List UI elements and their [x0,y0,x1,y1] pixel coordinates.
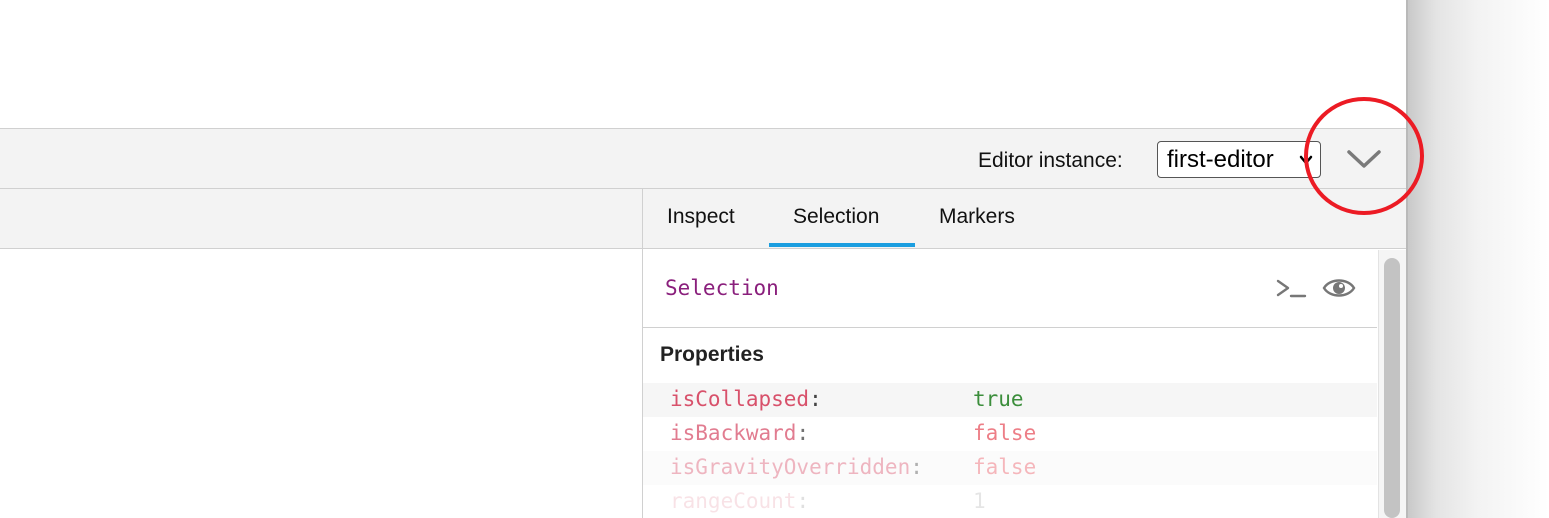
window-shadow [1408,0,1549,518]
property-value: false [973,455,1037,479]
inspector-window: Editor instance: first-editor Inspect Se… [0,0,1408,518]
editor-instance-label: Editor instance: [978,149,1123,172]
property-row: isGravityOverridden: false [643,451,1377,485]
property-value: false [973,421,1037,445]
editor-instance-value: first-editor [1167,146,1274,173]
property-key: isBackward: [670,421,810,445]
tab-selection[interactable]: Selection [793,205,879,229]
window-edge [1406,0,1408,518]
property-row: isCollapsed: true [643,383,1377,417]
active-tab-indicator [769,243,915,247]
property-key: isCollapsed: [670,387,822,411]
chevron-down-icon [1347,150,1381,168]
property-key: rangeCount: [670,489,810,513]
property-value: true [973,387,1024,411]
properties-list: isCollapsed: true isBackward: false isGr… [643,383,1377,518]
tab-markers[interactable]: Markers [939,205,1015,229]
property-key: isGravityOverridden: [670,455,923,479]
properties-heading: Properties [660,343,764,366]
property-row: rangeCount: 1 [643,485,1377,518]
inspector-tabs-row: Inspect Selection Markers [0,189,1408,249]
selection-panel-header: Selection [643,250,1377,328]
scrollbar-thumb[interactable] [1384,258,1400,518]
eye-icon[interactable] [1322,274,1356,302]
editor-content-area[interactable] [0,0,1408,128]
model-tree-pane[interactable] [0,249,642,518]
tab-inspect[interactable]: Inspect [667,205,735,229]
chevron-down-icon [1299,155,1313,165]
inspector-header-bar: Editor instance: first-editor [0,128,1408,189]
selection-pane: Selection Properties isCollapsed: true i… [643,250,1377,518]
selection-panel-title: Selection [665,276,779,300]
property-value: 1 [973,489,986,513]
collapse-inspector-button[interactable] [1344,146,1384,172]
terminal-icon[interactable] [1274,274,1308,304]
property-row: isBackward: false [643,417,1377,451]
editor-instance-select[interactable]: first-editor [1157,141,1321,178]
